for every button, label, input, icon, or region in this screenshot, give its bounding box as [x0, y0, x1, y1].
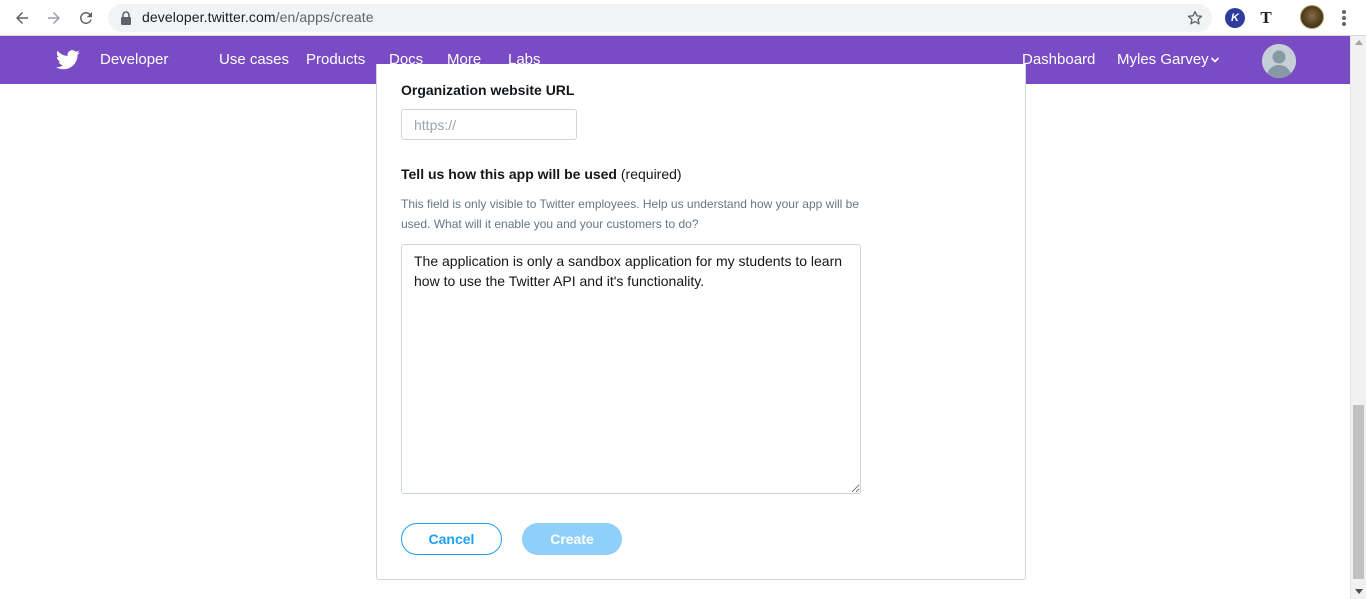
- browser-menu-icon[interactable]: [1336, 8, 1352, 28]
- arrow-left-icon: [16, 12, 28, 24]
- k-extension-label: K: [1231, 12, 1239, 24]
- required-note: (required): [620, 166, 682, 182]
- scroll-down-arrow-icon[interactable]: [1355, 589, 1363, 594]
- k-extension-icon[interactable]: K: [1225, 8, 1245, 28]
- default-avatar-icon: [1262, 44, 1296, 78]
- url-text: developer.twitter.com/en/apps/create: [142, 9, 374, 25]
- nav-developer-brand[interactable]: Developer: [100, 51, 168, 68]
- reload-icon: [79, 11, 92, 24]
- website-url-input[interactable]: [401, 109, 577, 140]
- website-url-label: Organization website URL: [401, 82, 575, 98]
- cancel-button[interactable]: Cancel: [401, 523, 502, 555]
- usage-help-text: This field is only visible to Twitter em…: [401, 197, 860, 231]
- page-content: Organization website URL Tell us how thi…: [0, 64, 1350, 599]
- forward-button[interactable]: [42, 6, 66, 30]
- scroll-thumb[interactable]: [1353, 405, 1364, 579]
- browser-toolbar: developer.twitter.com/en/apps/create K T: [0, 0, 1366, 36]
- t-extension-icon[interactable]: T: [1256, 8, 1276, 28]
- profile-avatar-icon[interactable]: [1300, 5, 1324, 29]
- usage-label: Tell us how this app will be used (requi…: [401, 166, 682, 182]
- bookmark-star-icon[interactable]: [1186, 9, 1204, 27]
- lock-icon: [121, 11, 131, 25]
- reload-button[interactable]: [74, 6, 98, 30]
- t-extension-label: T: [1260, 8, 1272, 27]
- twitter-bird-icon[interactable]: [56, 50, 80, 70]
- user-avatar[interactable]: [1262, 44, 1296, 78]
- arrow-right-icon: [48, 12, 60, 24]
- back-button[interactable]: [10, 6, 34, 30]
- url-path: /en/apps/create: [275, 9, 374, 25]
- page-scrollbar[interactable]: [1350, 36, 1366, 599]
- nav-item-dashboard[interactable]: Dashboard: [1022, 51, 1095, 68]
- scroll-up-arrow-icon[interactable]: [1355, 40, 1363, 45]
- address-bar[interactable]: developer.twitter.com/en/apps/create: [108, 4, 1212, 32]
- create-button[interactable]: Create: [522, 523, 622, 555]
- usage-label-text: Tell us how this app will be used: [401, 166, 617, 182]
- nav-item-products[interactable]: Products: [306, 51, 365, 68]
- url-host: developer.twitter.com: [142, 9, 276, 25]
- chevron-down-icon[interactable]: [1210, 56, 1220, 64]
- usage-textarea[interactable]: The application is only a sandbox applic…: [401, 244, 861, 494]
- nav-item-use-cases[interactable]: Use cases: [219, 51, 289, 68]
- user-menu-name[interactable]: Myles Garvey: [1117, 51, 1209, 68]
